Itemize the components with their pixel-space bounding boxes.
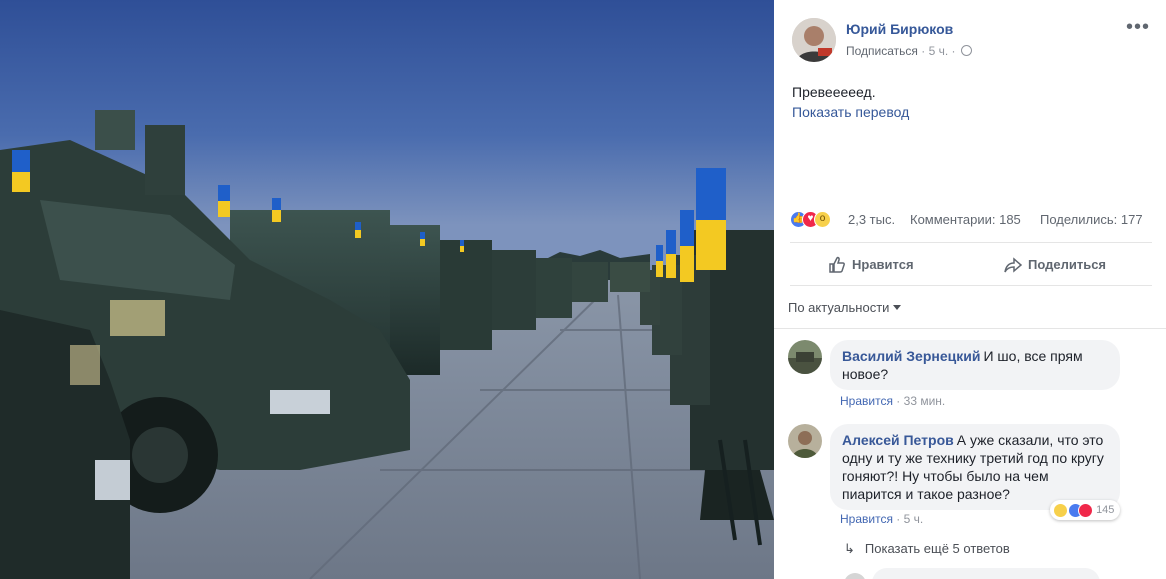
translate-link[interactable]: Показать перевод	[792, 104, 909, 120]
meta-separator: ·	[896, 394, 901, 408]
comment-like-link[interactable]: Нравится	[840, 394, 893, 408]
sort-label: По актуальности	[788, 300, 890, 315]
next-comment-bubble	[872, 568, 1100, 579]
wow-reaction-icon: o	[814, 211, 831, 229]
comments-count[interactable]: Комментарии: 185	[910, 212, 1021, 227]
commenter-name[interactable]: Василий Зернецкий	[842, 348, 980, 364]
comment-meta: Нравится · 5 ч.	[840, 512, 923, 526]
post-actions: Нравится Поделиться	[790, 242, 1152, 286]
comment-bubble: Василий Зернецкий И шо, все прям новое?	[830, 340, 1120, 390]
show-more-replies-link[interactable]: ↳ Показать ещё 5 ответов	[844, 541, 1010, 557]
reactions-count[interactable]: 2,3 тыс.	[848, 212, 895, 227]
globe-icon	[960, 45, 972, 56]
love-reaction-icon	[1078, 502, 1093, 518]
share-arrow-icon	[1004, 257, 1023, 273]
meta-separator: ·	[896, 512, 901, 526]
share-button[interactable]: Поделиться	[1004, 243, 1106, 287]
next-commenter-avatar[interactable]	[844, 573, 866, 579]
divider	[774, 328, 1166, 329]
commenter-avatar[interactable]	[788, 340, 822, 374]
reaction-icons[interactable]: 👍 ♥ o	[790, 211, 831, 229]
commenter-avatar[interactable]	[788, 424, 822, 458]
post-panel: Юрий Бирюков Подписаться · 5 ч. · ••• Пр…	[774, 0, 1166, 579]
thumbs-up-icon	[829, 256, 845, 273]
comment-like-link[interactable]: Нравится	[840, 512, 893, 526]
author-name[interactable]: Юрий Бирюков	[846, 21, 953, 37]
reply-arrow-icon: ↳	[844, 541, 855, 556]
comment-time[interactable]: 5 ч.	[904, 512, 924, 526]
haha-reaction-icon	[1053, 502, 1068, 518]
author-avatar[interactable]	[792, 18, 836, 62]
post-stats: 👍 ♥ o 2,3 тыс. Комментарии: 185 Поделились…	[790, 210, 1156, 230]
post-meta: Подписаться · 5 ч. ·	[846, 44, 972, 58]
caret-down-icon	[893, 305, 902, 310]
meta-separator: ·	[921, 44, 926, 58]
post-text: Превееееед.	[792, 84, 876, 100]
more-icon[interactable]: •••	[1126, 17, 1150, 37]
like-button[interactable]: Нравится	[828, 243, 914, 287]
commenter-name[interactable]: Алексей Петров	[842, 432, 954, 448]
armored-vehicles-photo	[0, 0, 774, 579]
post-header: Юрий Бирюков Подписаться · 5 ч. · •••	[792, 17, 1152, 64]
post-time[interactable]: 5 ч.	[929, 44, 949, 58]
post-photo[interactable]	[0, 0, 774, 579]
comment-bubble: Алексей Петров А уже сказали, что это одн…	[830, 424, 1120, 510]
show-more-replies-label: Показать ещё 5 ответов	[864, 541, 1010, 556]
follow-link[interactable]: Подписаться	[846, 44, 918, 58]
share-button-label: Поделиться	[1028, 257, 1107, 272]
comment-sort-dropdown[interactable]: По актуальности	[788, 300, 902, 315]
comment-reactions-count: 145	[1096, 504, 1115, 516]
like-button-label: Нравится	[852, 257, 914, 272]
comment-time[interactable]: 33 мин.	[904, 394, 946, 408]
meta-separator-2: ·	[951, 44, 956, 58]
comment-meta: Нравится · 33 мин.	[840, 394, 945, 408]
shares-count[interactable]: Поделились: 177	[1040, 212, 1143, 227]
comment-reactions-badge[interactable]: 145	[1050, 500, 1121, 520]
